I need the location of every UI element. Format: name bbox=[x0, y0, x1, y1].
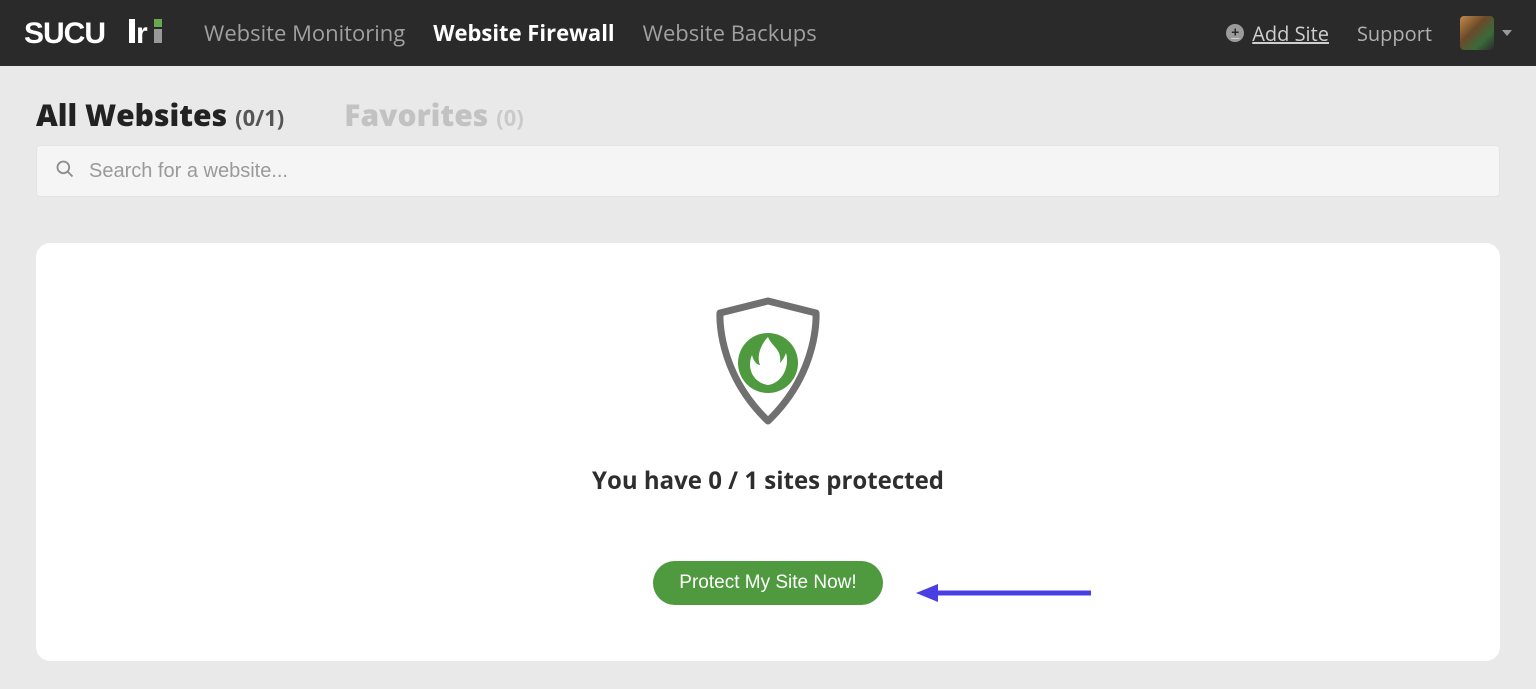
nav-links: Website Monitoring Website Firewall Webs… bbox=[204, 18, 817, 48]
nav-monitoring[interactable]: Website Monitoring bbox=[204, 18, 405, 48]
sucuri-logo[interactable]: SUCU r bbox=[24, 13, 174, 53]
shield-flame-icon bbox=[698, 293, 838, 438]
search-icon bbox=[55, 159, 75, 184]
top-nav: SUCU r Website Monitoring Website Firewa… bbox=[0, 0, 1536, 66]
user-menu[interactable] bbox=[1460, 16, 1512, 50]
tab-all-label: All Websites bbox=[36, 94, 227, 135]
nav-firewall[interactable]: Website Firewall bbox=[433, 18, 614, 48]
protect-site-button[interactable]: Protect My Site Now! bbox=[653, 561, 882, 605]
add-site-link[interactable]: + Add Site bbox=[1226, 20, 1329, 47]
caret-down-icon bbox=[1502, 30, 1512, 36]
status-card: You have 0 / 1 sites protected Protect M… bbox=[36, 243, 1500, 661]
nav-right: + Add Site Support bbox=[1226, 16, 1512, 50]
tab-fav-count: (0) bbox=[496, 103, 524, 133]
plus-icon: + bbox=[1226, 24, 1244, 42]
annotation-arrow-icon bbox=[916, 578, 1096, 613]
tab-favorites[interactable]: Favorites (0) bbox=[344, 94, 524, 135]
tab-all-count: (0/1) bbox=[235, 103, 284, 133]
svg-text:SUCU: SUCU bbox=[24, 17, 105, 50]
tab-fav-label: Favorites bbox=[344, 94, 488, 135]
main-container: All Websites (0/1) Favorites (0) You hav… bbox=[0, 66, 1536, 689]
search-bar[interactable] bbox=[36, 145, 1500, 197]
add-site-label: Add Site bbox=[1252, 20, 1329, 47]
avatar bbox=[1460, 16, 1494, 50]
svg-text:r: r bbox=[136, 17, 148, 50]
support-link[interactable]: Support bbox=[1357, 20, 1432, 47]
search-input[interactable] bbox=[89, 160, 1481, 183]
tabs: All Websites (0/1) Favorites (0) bbox=[36, 94, 1500, 135]
nav-backups[interactable]: Website Backups bbox=[643, 18, 817, 48]
tab-all-websites[interactable]: All Websites (0/1) bbox=[36, 94, 284, 135]
protection-status: You have 0 / 1 sites protected bbox=[592, 464, 944, 497]
